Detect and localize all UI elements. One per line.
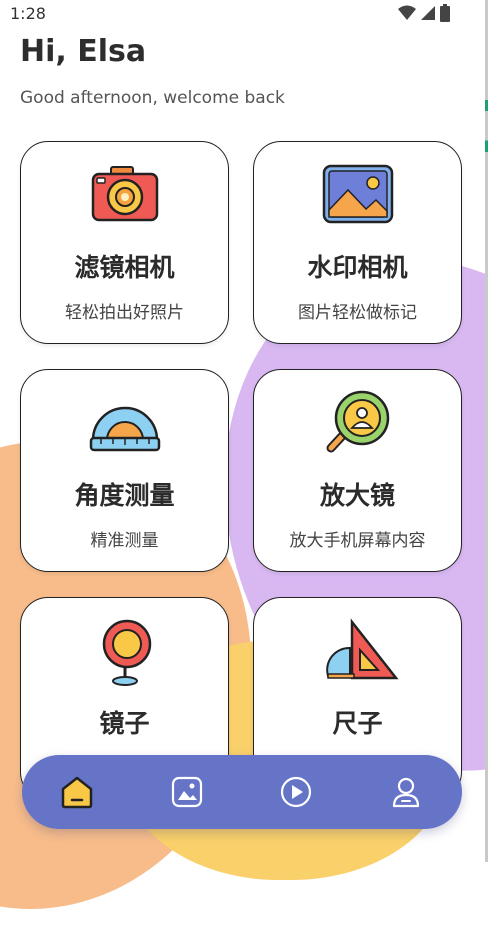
picture-icon [254,162,461,228]
card-watermark-camera[interactable]: 水印相机 图片轻松做标记 [253,141,462,344]
home-icon [61,776,93,809]
card-angle-measure[interactable]: 角度测量 精准测量 [20,369,229,572]
wifi-icon [398,5,416,20]
card-title: 水印相机 [307,253,408,282]
profile-icon [392,777,420,808]
card-title: 滤镜相机 [74,253,175,282]
card-title: 尺子 [332,709,383,738]
mirror-icon [21,618,228,686]
status-bar: 1:28 [0,0,488,28]
nav-gallery-button[interactable] [167,772,207,812]
nav-profile-button[interactable] [386,772,426,812]
nav-home-button[interactable] [57,772,97,812]
ruler-icon [254,618,461,684]
card-filter-camera[interactable]: 滤镜相机 轻松拍出好照片 [20,141,229,344]
gallery-icon [171,776,203,808]
play-icon [280,776,312,808]
nav-video-button[interactable] [276,772,316,812]
magnifier-icon [254,390,461,456]
status-time: 1:28 [10,4,46,23]
protractor-icon [21,390,228,456]
camera-icon [21,162,228,228]
card-title: 放大镜 [319,481,395,510]
card-magnifier[interactable]: 放大镜 放大手机屏幕内容 [253,369,462,572]
card-description: 图片轻松做标记 [298,303,417,323]
card-title: 角度测量 [74,481,175,510]
card-description: 精准测量 [90,531,159,551]
card-title: 镜子 [99,709,150,738]
battery-icon [440,4,450,22]
card-description: 轻松拍出好照片 [65,303,184,323]
status-icons [398,4,450,22]
greeting-subtitle: Good afternoon, welcome back [20,88,285,108]
bottom-navigation [22,755,462,829]
card-description: 放大手机屏幕内容 [289,531,426,551]
signal-icon [421,6,435,20]
greeting-title: Hi, Elsa [20,34,147,69]
